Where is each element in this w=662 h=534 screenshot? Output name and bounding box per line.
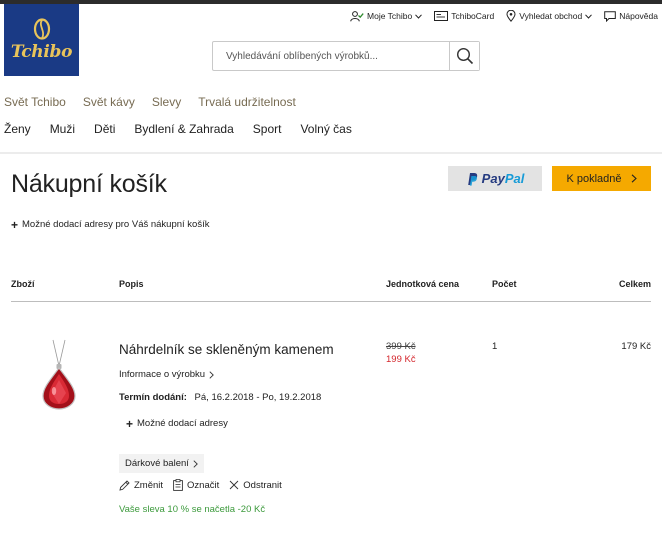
nav-item-svet-kavy[interactable]: Svět kávy <box>83 95 135 109</box>
item-delivery-addresses-toggle[interactable]: + Možné dodací adresy <box>126 416 228 431</box>
close-icon <box>229 480 239 490</box>
primary-nav: Svět Tchibo Svět kávy Slevy Trvalá udrži… <box>4 95 296 109</box>
mark-item-label: Označit <box>187 479 220 491</box>
chevron-down-icon <box>415 13 423 19</box>
utility-nav: Moje Tchibo TchiboCard Vyhledat obchod N… <box>350 10 658 22</box>
delivery-addresses-toggle[interactable]: + Možné dodací adresy pro Váš nákupní ko… <box>11 217 210 232</box>
coffee-bean-icon <box>33 18 50 40</box>
logo-wordmark: Tchibo <box>10 42 73 62</box>
plus-icon: + <box>11 217 19 232</box>
remove-item-label: Odstranit <box>243 479 282 491</box>
chevron-right-icon <box>631 174 637 183</box>
product-info-link[interactable]: Informace o výrobku <box>119 369 214 380</box>
my-tchibo-label: Moje Tchibo <box>367 11 413 21</box>
item-delivery-addresses-label: Možné dodací adresy <box>137 418 228 429</box>
tchibo-logo[interactable]: Tchibo <box>4 4 79 76</box>
nav-item-udrzitelnost[interactable]: Trvalá udržitelnost <box>198 95 296 109</box>
nav-item-sport[interactable]: Sport <box>253 122 282 136</box>
chat-icon <box>604 10 617 22</box>
original-price: 399 Kč <box>386 341 416 352</box>
mark-item-button[interactable]: Označit <box>173 479 219 491</box>
my-tchibo-link[interactable]: Moje Tchibo <box>350 10 423 22</box>
search-input[interactable] <box>213 42 449 70</box>
location-icon <box>506 10 516 22</box>
column-header-quantity: Počet <box>492 279 517 289</box>
nav-item-bydleni[interactable]: Bydlení & Zahrada <box>134 122 233 136</box>
discount-note: Vaše sleva 10 % se načetla -20 Kč <box>119 504 266 515</box>
top-bar <box>0 0 662 4</box>
column-header-item: Zboží <box>11 279 35 289</box>
chevron-right-icon <box>193 459 198 468</box>
tchibocard-label: TchiboCard <box>451 11 495 21</box>
column-header-total: Celkem <box>618 279 651 289</box>
tchibocard-link[interactable]: TchiboCard <box>434 11 494 21</box>
nav-item-volny-cas[interactable]: Volný čas <box>300 122 351 136</box>
remove-item-button[interactable]: Odstranit <box>229 479 282 491</box>
item-actions: Změnit Označit Odstranit <box>119 479 282 491</box>
nav-item-svet-tchibo[interactable]: Svět Tchibo <box>4 95 66 109</box>
table-divider <box>11 301 651 302</box>
plus-icon: + <box>126 416 134 431</box>
item-quantity[interactable]: 1 <box>492 341 497 352</box>
product-info-label: Informace o výrobku <box>119 369 206 380</box>
header-divider <box>0 152 662 154</box>
gift-wrap-label: Dárkové balení <box>125 458 189 469</box>
card-icon <box>434 11 449 21</box>
delivery-date-label: Termín dodání: <box>119 392 187 403</box>
delivery-addresses-label: Možné dodací adresy pro Váš nákupní koší… <box>22 219 210 230</box>
nav-item-slevy[interactable]: Slevy <box>152 95 181 109</box>
column-header-description: Popis <box>119 279 144 289</box>
delivery-date-range: Pá, 16.2.2018 - Po, 19.2.2018 <box>194 392 322 403</box>
item-total: 179 Kč <box>621 341 651 352</box>
paypal-wordmark-pay: Pay <box>481 171 505 186</box>
clipboard-icon <box>173 479 183 491</box>
page-title: Nákupní košík <box>11 170 167 198</box>
checkout-label: K pokladně <box>566 172 622 185</box>
checkout-button[interactable]: K pokladně <box>552 166 651 191</box>
paypal-icon <box>467 172 477 186</box>
column-header-unit-price: Jednotková cena <box>386 279 460 289</box>
paypal-button[interactable]: PayPal <box>448 166 542 191</box>
user-check-icon <box>350 10 364 21</box>
search-bar <box>212 41 480 71</box>
edit-item-label: Změnit <box>134 479 164 491</box>
help-link[interactable]: Nápověda <box>604 10 658 22</box>
paypal-wordmark-pal: Pal <box>504 171 525 186</box>
search-button[interactable] <box>449 42 479 70</box>
chevron-right-icon <box>209 370 214 379</box>
product-name[interactable]: Náhrdelník se skleněným kamenem <box>119 342 334 357</box>
nav-item-deti[interactable]: Děti <box>94 122 115 136</box>
gift-wrap-button[interactable]: Dárkové balení <box>119 454 204 473</box>
category-nav: Ženy Muži Děti Bydlení & Zahrada Sport V… <box>4 122 352 136</box>
product-image-necklace[interactable] <box>38 338 80 410</box>
find-store-label: Vyhledat obchod <box>519 11 583 21</box>
edit-item-button[interactable]: Změnit <box>119 479 163 491</box>
find-store-link[interactable]: Vyhledat obchod <box>506 10 593 22</box>
chevron-down-icon <box>585 13 593 19</box>
pencil-icon <box>119 479 130 491</box>
nav-item-muzi[interactable]: Muži <box>50 122 75 136</box>
help-label: Nápověda <box>619 11 658 21</box>
nav-item-zeny[interactable]: Ženy <box>4 122 31 136</box>
sale-price: 199 Kč <box>386 354 416 365</box>
delivery-date: Termín dodání: Pá, 16.2.2018 - Po, 19.2.… <box>119 392 321 403</box>
search-icon <box>456 47 473 65</box>
